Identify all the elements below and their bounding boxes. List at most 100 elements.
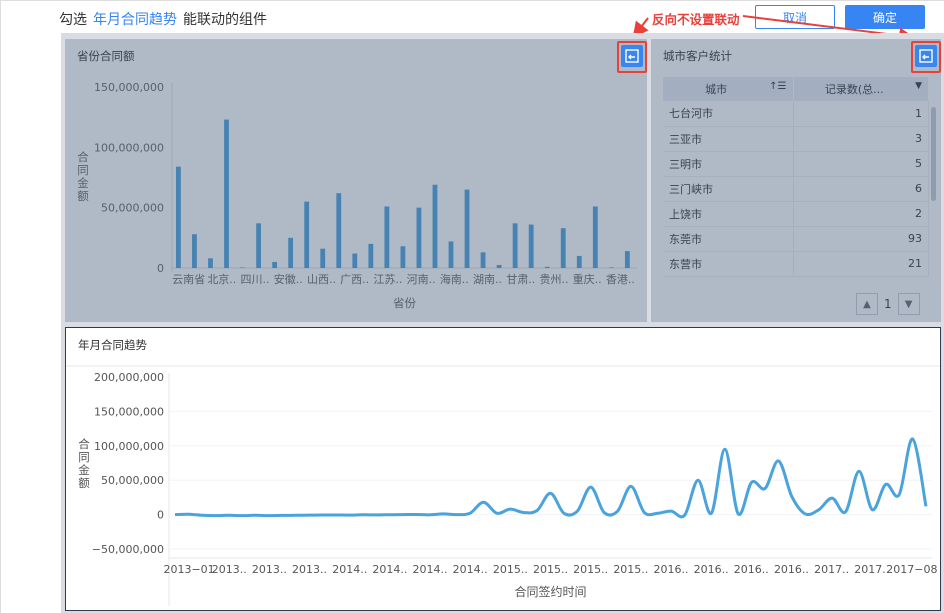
bar (304, 201, 310, 268)
bar (432, 184, 438, 268)
table-header-row: 城市 ↑☰ 记录数(总... ▼ (663, 77, 929, 101)
table-row[interactable]: 东营市 21 (663, 251, 929, 277)
x-tick-label: 2015.. (493, 563, 528, 576)
x-tick-label: 四川.. (241, 273, 270, 286)
count-cell: 5 (793, 151, 929, 177)
y-tick-label: 100,000,000 (94, 141, 164, 154)
x-tick-label: 2017.. (854, 563, 889, 576)
x-tick-label: 重庆.. (573, 272, 602, 286)
y-tick-label: 150,000,000 (94, 81, 164, 94)
x-tick-label: 北京.. (207, 272, 236, 286)
city-table: 城市 ↑☰ 记录数(总... ▼ 七台河市 1 三亚市 3 三明市 5 三门峡市 6 上饶市 2 东… (663, 77, 929, 277)
count-cell: 3 (793, 126, 929, 152)
bar (416, 207, 422, 268)
y-tick-label: 100,000,000 (94, 440, 164, 453)
page-number: 1 (884, 297, 892, 311)
page-down-button[interactable]: ▼ (897, 293, 920, 315)
y-tick-label: 0 (157, 262, 164, 275)
x-tick-label: 2013.. (252, 563, 287, 576)
sort-icon[interactable]: ↑☰ (769, 81, 786, 92)
trend-chart-widget[interactable]: 年月合同趋势 200,000,000 150,000,000 100,000,000… (65, 327, 941, 611)
x-tick-label: 2013.. (292, 563, 327, 576)
x-tick-label: 2015.. (573, 563, 608, 576)
x-tick-label: 海南.. (440, 272, 469, 286)
table-row[interactable]: 七台河市 1 (663, 101, 929, 127)
x-tick-label: 2017.. (814, 563, 849, 576)
y-axis-title: 合 (78, 437, 90, 451)
province-bar-chart: 150,000,000 100,000,000 50,000,000 0 云南省 北京..… (77, 81, 637, 310)
city-cell: 东营市 (663, 251, 794, 277)
x-tick-label: 河南.. (407, 273, 436, 286)
count-cell: 1 (793, 101, 929, 127)
x-tick-label: 2014.. (453, 563, 488, 576)
bar (528, 224, 534, 268)
table-row[interactable]: 三明市 5 (663, 151, 929, 177)
bar (624, 251, 630, 268)
bar (512, 223, 518, 268)
bar (320, 248, 326, 268)
x-tick-label: 贵州.. (539, 273, 568, 286)
city-cell: 七台河市 (663, 101, 794, 127)
bar (544, 266, 550, 268)
count-cell: 21 (793, 251, 929, 277)
count-cell: 2 (793, 201, 929, 227)
column-header-count[interactable]: 记录数(总... ▼ (793, 77, 929, 101)
table-row[interactable]: 上饶市 2 (663, 201, 929, 227)
y-axis-title: 额 (78, 476, 90, 490)
x-tick-label: 2014.. (372, 563, 407, 576)
bar (224, 119, 229, 268)
city-cell: 上饶市 (663, 201, 794, 227)
city-cell: 三门峡市 (663, 176, 794, 202)
bar (576, 255, 582, 268)
y-tick-label: 50,000,000 (101, 474, 164, 487)
x-tick-label: 甘肃.. (506, 273, 535, 286)
x-tick-label: 2016.. (653, 563, 688, 576)
table-row[interactable]: 东莞市 93 (663, 226, 929, 252)
x-tick-label: 2014.. (332, 563, 367, 576)
y-axis-title: 金 (78, 463, 90, 477)
bar (384, 206, 390, 268)
bar (448, 241, 454, 268)
x-tick-label: 2013.. (212, 563, 247, 576)
trend-line-chart: 200,000,000 150,000,000 100,000,000 50,000,… (66, 365, 940, 606)
bar (176, 166, 181, 268)
table-scrollbar[interactable] (931, 107, 936, 201)
y-tick-label: −50,000,000 (92, 543, 164, 556)
linkage-dialog: 勾选 年月合同趋势 能联动的组件 反向不设置联动 取消 确定 省份合同额 150… (0, 0, 944, 613)
bar (400, 246, 406, 268)
bar (352, 253, 358, 268)
x-tick-label: 香港.. (606, 273, 635, 286)
y-axis-title: 额 (77, 189, 89, 203)
x-axis-title: 合同签约时间 (514, 584, 586, 599)
highlight-frame (911, 41, 941, 73)
bar (336, 193, 342, 268)
table-row[interactable]: 三门峡市 6 (663, 176, 929, 202)
y-tick-label: 0 (157, 509, 164, 522)
table-row[interactable]: 三亚市 3 (663, 126, 929, 152)
column-header-city[interactable]: 城市 ↑☰ (663, 77, 794, 101)
province-chart-widget[interactable]: 省份 合同额 150,000,000 100,000,000 50,000,000 0 云… (65, 39, 647, 322)
y-axis-title: 合 (77, 150, 89, 164)
bar (560, 228, 566, 268)
city-cell: 三明市 (663, 151, 794, 177)
x-tick-label: 2017−08 (886, 563, 937, 576)
bar (272, 261, 278, 268)
city-cell: 东莞市 (663, 226, 794, 252)
x-tick-label: 江苏.. (373, 273, 402, 286)
count-cell: 93 (793, 226, 929, 252)
y-tick-label: 150,000,000 (94, 405, 164, 418)
city-table-widget[interactable]: 城市客户统计 城市 ↑☰ 记录数(总... ▼ 七台河市 1 三亚市 3 三明市 5 三门峡… (651, 39, 941, 322)
page-up-button[interactable]: ▲ (856, 293, 878, 315)
bar (240, 267, 245, 268)
highlight-frame (617, 41, 647, 73)
y-tick-label: 50,000,000 (101, 202, 164, 215)
x-tick-label: 2013−01 (163, 563, 214, 576)
x-tick-label: 湖南.. (473, 273, 502, 286)
x-tick-label: 2014.. (413, 563, 448, 576)
x-tick-label: 2016.. (774, 563, 809, 576)
x-tick-label: 2015.. (533, 563, 568, 576)
x-tick-label: 2016.. (694, 563, 729, 576)
widget-title: 城市客户统计 (663, 49, 732, 63)
dropdown-icon[interactable]: ▼ (915, 81, 922, 91)
x-axis-title: 省份 (393, 296, 416, 310)
